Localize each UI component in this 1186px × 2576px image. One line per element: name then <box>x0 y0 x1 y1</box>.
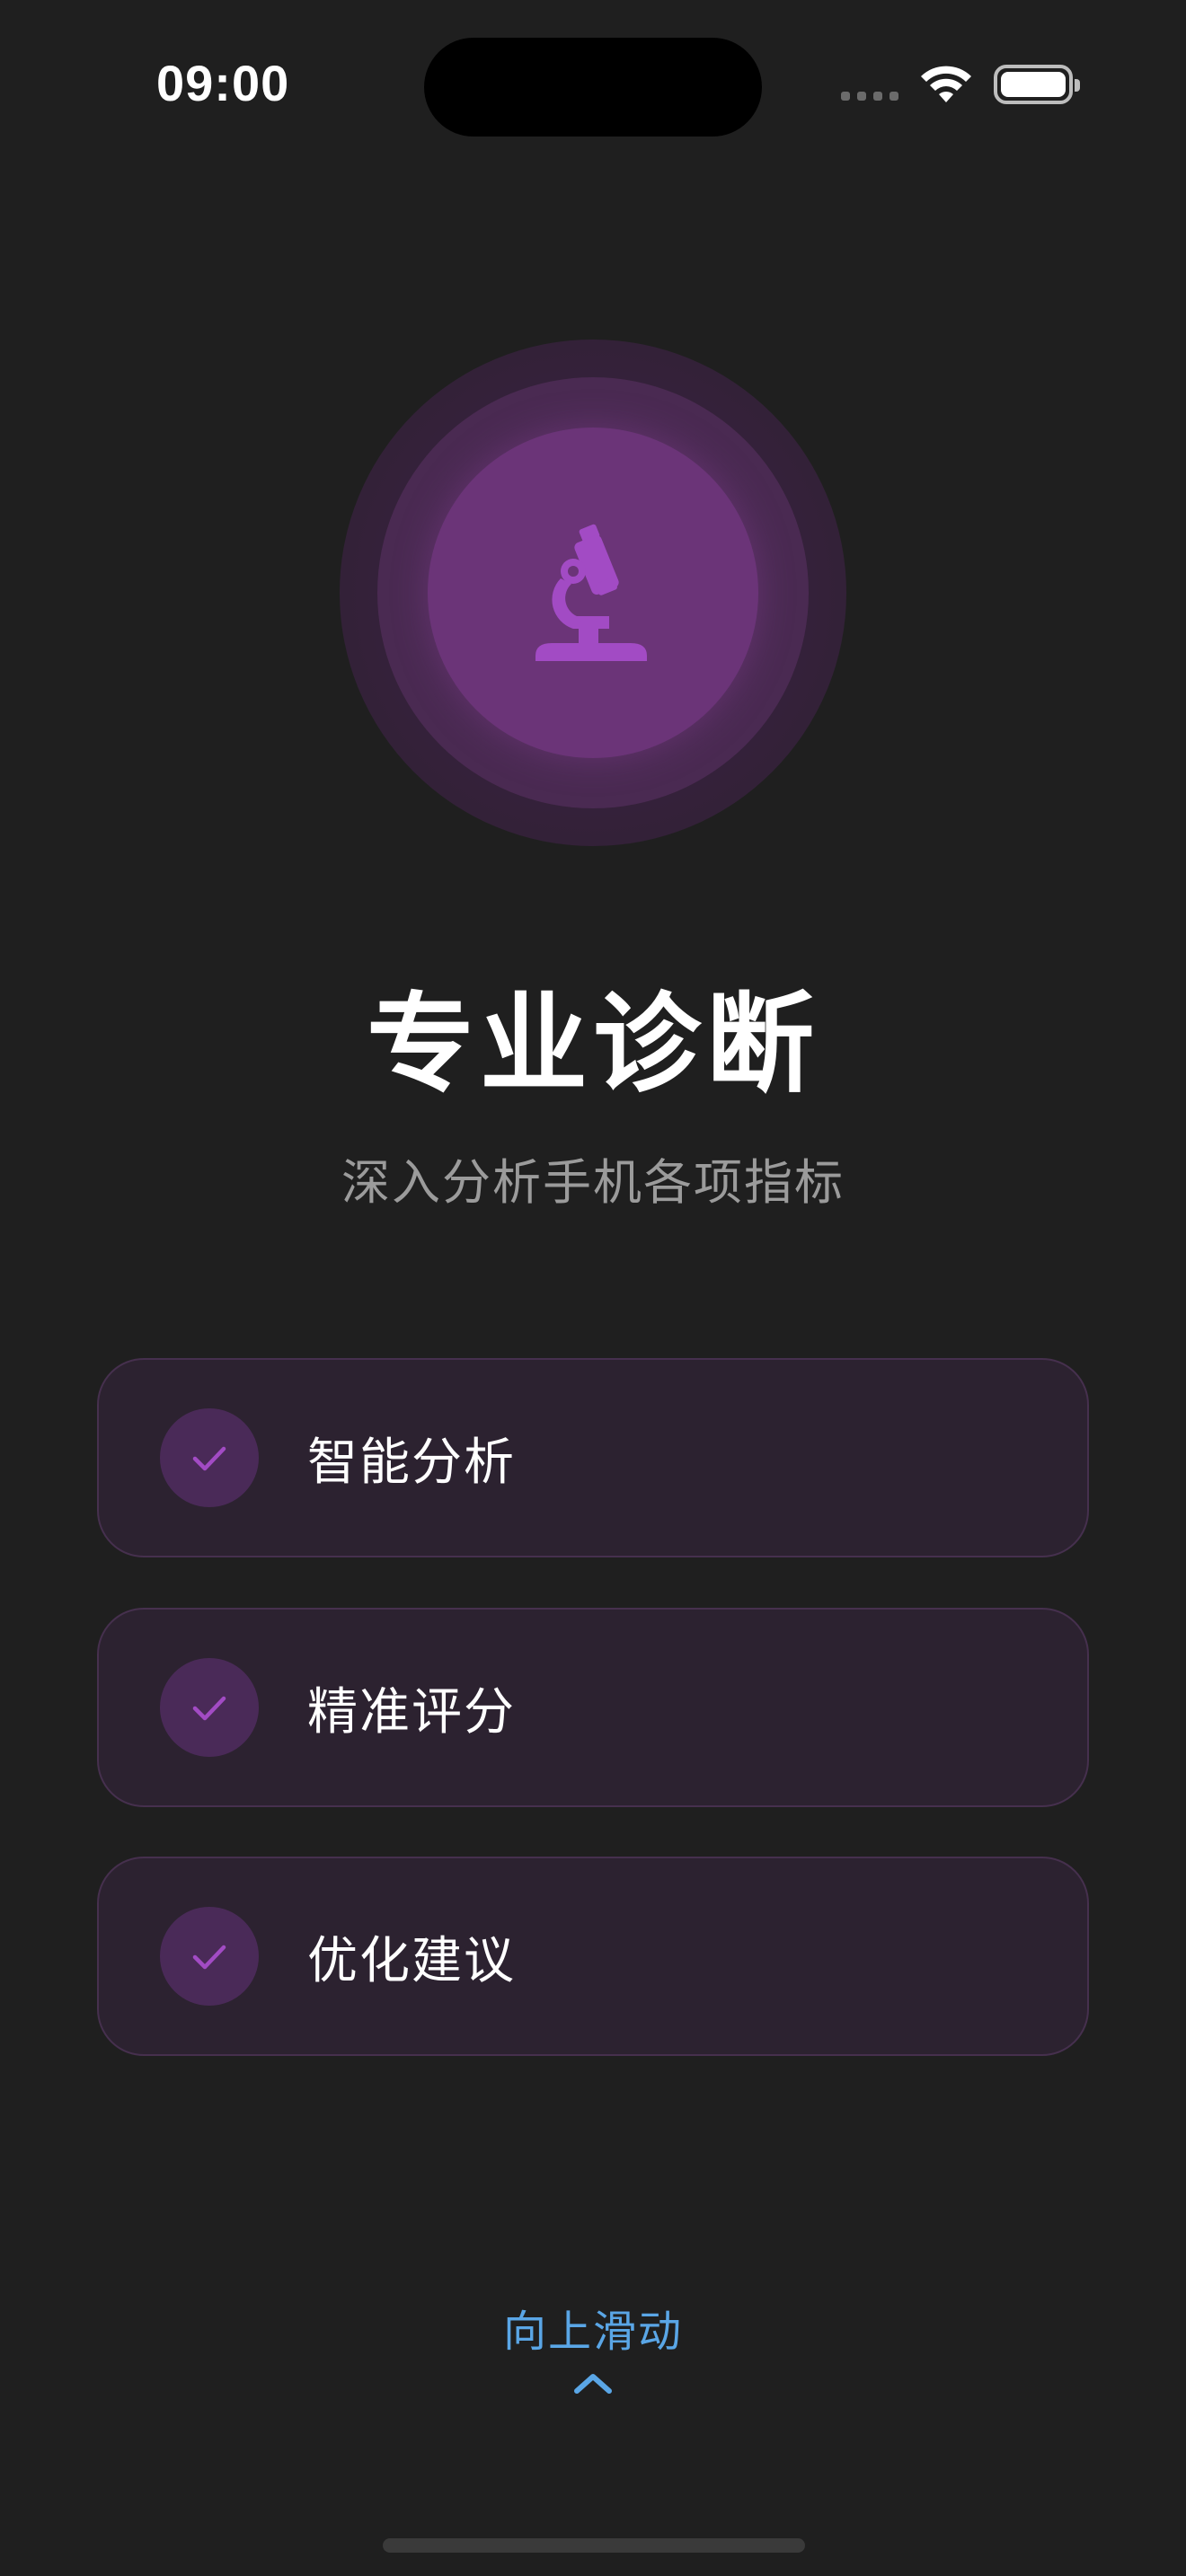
feature-label: 智能分析 <box>307 1433 516 1492</box>
feature-card-precise-score: 精准评分 <box>97 1608 1089 1807</box>
feature-card-optimization-tips: 优化建议 <box>97 1857 1089 2056</box>
chevron-up-icon[interactable] <box>571 2369 615 2396</box>
battery-icon <box>994 65 1080 104</box>
check-badge <box>160 1658 259 1757</box>
onboarding-screen: 09:00 专业诊断 深入分析手机各项指标 智能分析 精准评分 优化建议 向上滑… <box>0 0 1186 2576</box>
feature-card-smart-analysis: 智能分析 <box>97 1358 1089 1557</box>
dynamic-island <box>424 38 762 137</box>
page-title: 专业诊断 <box>367 983 819 1107</box>
microscope-icon <box>535 524 647 661</box>
home-indicator[interactable] <box>383 2538 805 2553</box>
feature-label: 优化建议 <box>307 1931 516 1990</box>
check-badge <box>160 1408 259 1507</box>
feature-label: 精准评分 <box>307 1682 516 1742</box>
wifi-icon <box>921 66 971 102</box>
cellular-signal-icon <box>841 92 898 101</box>
page-subtitle: 深入分析手机各项指标 <box>341 1154 845 1211</box>
swipe-up-hint[interactable]: 向上滑动 <box>0 2296 1186 2359</box>
check-icon <box>192 1945 226 1970</box>
check-icon <box>192 1446 226 1471</box>
check-icon <box>192 1696 226 1721</box>
check-badge <box>160 1907 259 2006</box>
status-time: 09:00 <box>156 55 290 111</box>
